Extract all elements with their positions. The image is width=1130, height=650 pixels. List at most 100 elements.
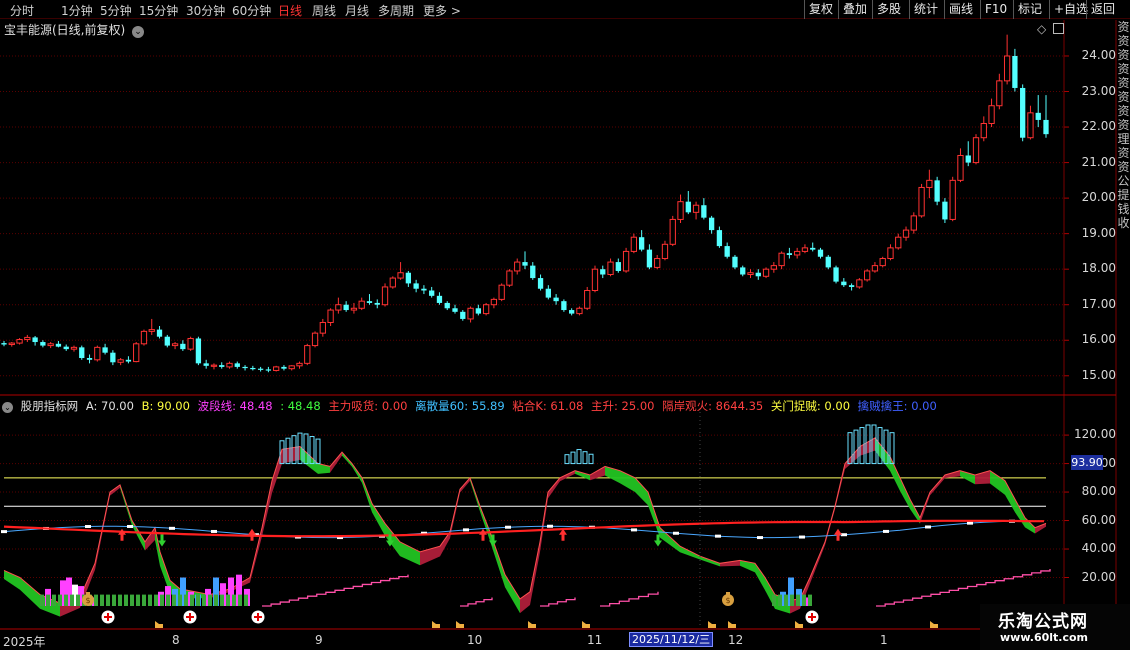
timeframe-tab-active[interactable]: 日线: [278, 2, 302, 19]
candle-down: [413, 279, 419, 293]
indicator-chart[interactable]: $ $: [0, 396, 1130, 630]
candle-down: [530, 262, 536, 280]
base-bar: [136, 594, 140, 606]
timeframe-tab[interactable]: 月线: [345, 2, 369, 19]
legend-dispersion: 离散量60: 55.89: [415, 399, 505, 413]
candle-up: [801, 244, 809, 254]
candle-down: [164, 334, 170, 348]
candlestick-chart[interactable]: [0, 20, 1130, 396]
band-fill-up: [330, 452, 342, 473]
base-bar: [46, 594, 50, 606]
candle-up: [918, 183, 925, 218]
peak-histogram-bar: [576, 449, 582, 465]
timeframe-tab[interactable]: 1分钟: [61, 2, 93, 19]
candle-up: [996, 73, 1003, 110]
x-tick-label: 1: [880, 633, 888, 647]
candle-down: [615, 258, 621, 273]
candle-down: [1, 340, 7, 347]
band-fill-up: [860, 437, 875, 456]
candle-up: [47, 342, 54, 349]
candle-up: [762, 267, 770, 279]
up-arrow: [248, 528, 256, 541]
candle-down: [716, 226, 723, 248]
candle-up: [24, 334, 31, 343]
adjust-button[interactable]: 复权: [804, 0, 837, 19]
x-tick-label: 9: [315, 633, 323, 647]
candle-down: [537, 274, 544, 291]
candle-up: [654, 254, 661, 270]
side-label: 资: [1117, 48, 1130, 62]
x-tick-label: 12: [728, 633, 744, 647]
legend-indicator-name[interactable]: 股朋指标网: [21, 399, 79, 413]
price-tick-label: 22.00: [1081, 119, 1116, 134]
candle-up: [661, 240, 669, 261]
candle-up: [972, 134, 980, 165]
hand-marker-icon: [456, 621, 464, 628]
mark-button[interactable]: 标记: [1013, 0, 1046, 19]
timeframe-tab[interactable]: 分时: [10, 2, 34, 19]
candle-up: [117, 358, 124, 366]
multi-stock-button[interactable]: 多股: [872, 0, 905, 19]
stats-button[interactable]: 统计: [909, 0, 942, 19]
candle-down: [825, 254, 831, 270]
back-button[interactable]: 返回: [1086, 0, 1119, 19]
stock-title[interactable]: 宝丰能源(日线,前复权) ⌄: [4, 21, 145, 38]
peak-histogram-bar: [564, 454, 570, 465]
candle-up: [482, 302, 490, 316]
timeframe-tab[interactable]: 多周期: [378, 2, 414, 19]
timeframe-tab[interactable]: 60分钟: [232, 2, 271, 19]
candle-down: [833, 265, 839, 284]
candle-down: [86, 354, 93, 364]
base-bar: [178, 594, 182, 606]
candle-up: [381, 283, 389, 307]
candle-up: [895, 233, 902, 250]
chevron-down-icon[interactable]: ⌄: [132, 26, 145, 38]
watermark-url: www.60lt.com: [1000, 631, 1089, 644]
indicator-tick-label: 80.00: [1081, 484, 1116, 499]
candle-down: [79, 345, 85, 360]
candle-down: [965, 141, 971, 167]
dispersion-marker: [1, 530, 7, 534]
timeframe-tab[interactable]: 周线: [312, 2, 336, 19]
candle-down: [522, 251, 528, 270]
candle-up: [1027, 105, 1034, 140]
window-toggle-icon[interactable]: [1053, 23, 1064, 34]
candle-up: [980, 116, 987, 142]
band-fill-up: [1035, 523, 1046, 534]
candle-up: [171, 342, 179, 350]
candle-up: [389, 276, 396, 289]
side-label: 资: [1117, 146, 1130, 160]
candle-up: [350, 302, 358, 314]
side-label: 资: [1117, 34, 1130, 48]
candle-up: [887, 244, 894, 261]
base-bar: [40, 594, 44, 606]
timeframe-tab[interactable]: 30分钟: [186, 2, 225, 19]
legend-sticky-k: 粘合K: 61.08: [512, 399, 584, 413]
price-tick-label: 15.00: [1081, 367, 1116, 382]
side-info-strip: 资资资资资资资资理资资公提钱收: [1117, 20, 1130, 396]
dispersion-marker: [505, 525, 511, 529]
indicator-tick-label: 40.00: [1081, 541, 1116, 556]
x-tick-label: 11: [587, 633, 603, 647]
x-tick-label: 10: [467, 633, 483, 647]
candle-down: [180, 340, 186, 351]
price-tick-label: 23.00: [1081, 83, 1116, 98]
diamond-icon[interactable]: ◇: [1037, 22, 1046, 36]
indicator-tick-label: 20.00: [1081, 569, 1116, 584]
dispersion-marker: [631, 528, 637, 532]
candle-down: [110, 350, 116, 366]
overlay-button[interactable]: 叠加: [838, 0, 871, 19]
candle-down: [942, 198, 948, 223]
candle-down: [1043, 95, 1049, 138]
legend-main-accumulate: 主力吸货: 0.00: [328, 399, 408, 413]
base-bar: [94, 594, 98, 606]
more-menu[interactable]: 更多 >: [423, 2, 461, 19]
price-tick-label: 24.00: [1081, 47, 1116, 62]
peak-histogram-bar: [582, 451, 588, 465]
f10-button[interactable]: F10: [980, 0, 1011, 19]
candle-up: [304, 343, 311, 366]
timeframe-tab[interactable]: 5分钟: [100, 2, 132, 19]
draw-line-button[interactable]: 画线: [944, 0, 977, 19]
collapse-icon[interactable]: ⌄: [2, 402, 13, 413]
timeframe-tab[interactable]: 15分钟: [139, 2, 178, 19]
